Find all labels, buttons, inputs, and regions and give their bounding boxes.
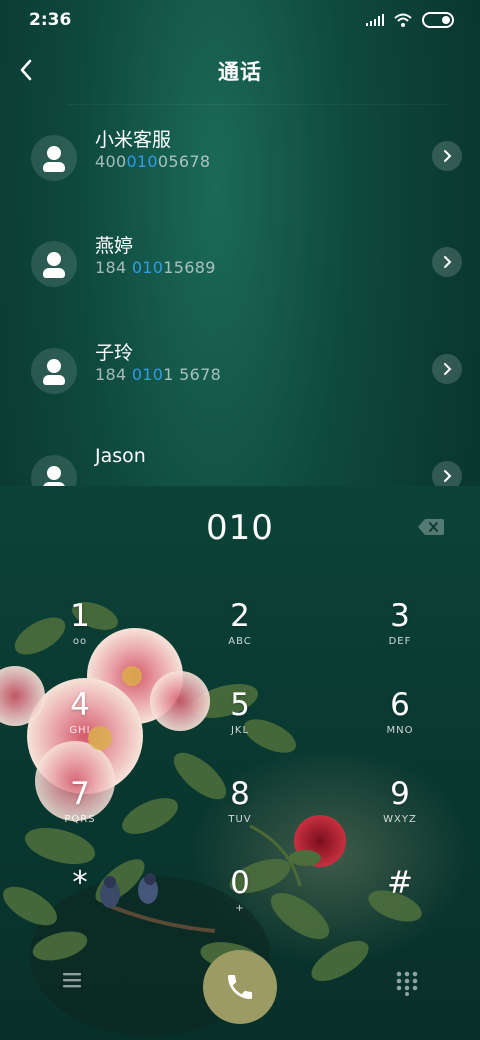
- contact-detail-button[interactable]: [432, 461, 462, 486]
- key-5[interactable]: 5 JKL: [180, 687, 300, 767]
- contact-detail-button[interactable]: [432, 141, 462, 171]
- key-digit: 5: [230, 687, 250, 723]
- battery-icon: [422, 12, 454, 28]
- status-bar: 2:36: [0, 0, 480, 40]
- contact-name: 燕婷: [95, 235, 134, 257]
- key-letters: ABC: [228, 636, 252, 647]
- key-digit: 4: [70, 687, 90, 723]
- key-digit: 1: [70, 598, 90, 634]
- key-2[interactable]: 2 ABC: [180, 598, 300, 678]
- status-time: 2:36: [29, 10, 72, 30]
- call-button[interactable]: [203, 950, 277, 1024]
- key-digit: #: [387, 865, 413, 901]
- dialer-panel: 010 1 oo 2 ABC 3 DEF 4 GHI 5 JKL 6 MNO 7 PQRS 8…: [0, 486, 480, 1040]
- status-icons: [366, 10, 454, 30]
- divider: [68, 104, 450, 105]
- key-digit: 7: [70, 776, 90, 812]
- key-digit: *: [72, 865, 88, 901]
- signal-icon: [366, 14, 384, 26]
- key-9[interactable]: 9 WXYZ: [340, 776, 460, 856]
- key-digit: 3: [390, 598, 410, 634]
- contact-number: 184 0101 5678: [95, 365, 222, 384]
- contact-item[interactable]: 燕婷 184 01015689: [0, 235, 480, 331]
- key-letters: DEF: [388, 636, 412, 647]
- avatar: [31, 455, 77, 486]
- wifi-icon: [394, 13, 412, 27]
- key-letters: +: [235, 903, 245, 914]
- dialed-number: 010: [206, 508, 274, 548]
- phone-icon: [228, 975, 252, 999]
- key-letters: MNO: [386, 725, 414, 736]
- key-letters: GHI: [69, 725, 91, 736]
- avatar: [31, 348, 77, 394]
- key-digit: 9: [390, 776, 410, 812]
- key-letters: JKL: [230, 725, 250, 736]
- avatar: [31, 135, 77, 181]
- keypad-icon[interactable]: [394, 970, 420, 996]
- contact-name: 子玲: [95, 342, 134, 364]
- key-8[interactable]: 8 TUV: [180, 776, 300, 856]
- key-letters: TUV: [228, 814, 252, 825]
- title-bar: 通话: [0, 48, 480, 92]
- key-hash[interactable]: #: [340, 865, 460, 945]
- page-title: 通话: [218, 60, 262, 84]
- key-digit: 0: [230, 865, 250, 901]
- chevron-right-icon: [444, 363, 452, 375]
- menu-icon[interactable]: [60, 970, 86, 990]
- key-4[interactable]: 4 GHI: [20, 687, 140, 767]
- contact-list: 小米客服 40001005678 燕婷 184 01015689 子玲 184 …: [0, 106, 480, 486]
- key-0[interactable]: 0 +: [180, 865, 300, 945]
- contact-name: Jason: [95, 445, 146, 467]
- key-letters: WXYZ: [383, 814, 417, 825]
- key-digit: 8: [230, 776, 250, 812]
- contact-detail-button[interactable]: [432, 247, 462, 277]
- chevron-right-icon: [444, 256, 452, 268]
- avatar: [31, 241, 77, 287]
- backspace-icon[interactable]: [418, 519, 444, 535]
- key-6[interactable]: 6 MNO: [340, 687, 460, 767]
- key-digit: 2: [230, 598, 250, 634]
- key-letters: PQRS: [64, 814, 96, 825]
- key-star[interactable]: *: [20, 865, 140, 945]
- chevron-right-icon: [444, 150, 452, 162]
- contact-item[interactable]: 小米客服 40001005678: [0, 129, 480, 225]
- key-digit: 6: [390, 687, 410, 723]
- contact-item[interactable]: 子玲 184 0101 5678: [0, 342, 480, 438]
- key-letters: oo: [72, 636, 88, 647]
- chevron-right-icon: [444, 470, 452, 482]
- key-3[interactable]: 3 DEF: [340, 598, 460, 678]
- key-1[interactable]: 1 oo: [20, 598, 140, 678]
- key-7[interactable]: 7 PQRS: [20, 776, 140, 856]
- contact-detail-button[interactable]: [432, 354, 462, 384]
- contact-name: 小米客服: [95, 129, 172, 151]
- contact-number: 40001005678: [95, 152, 211, 171]
- contact-number: 184 01015689: [95, 258, 216, 277]
- contact-item[interactable]: Jason: [0, 445, 480, 486]
